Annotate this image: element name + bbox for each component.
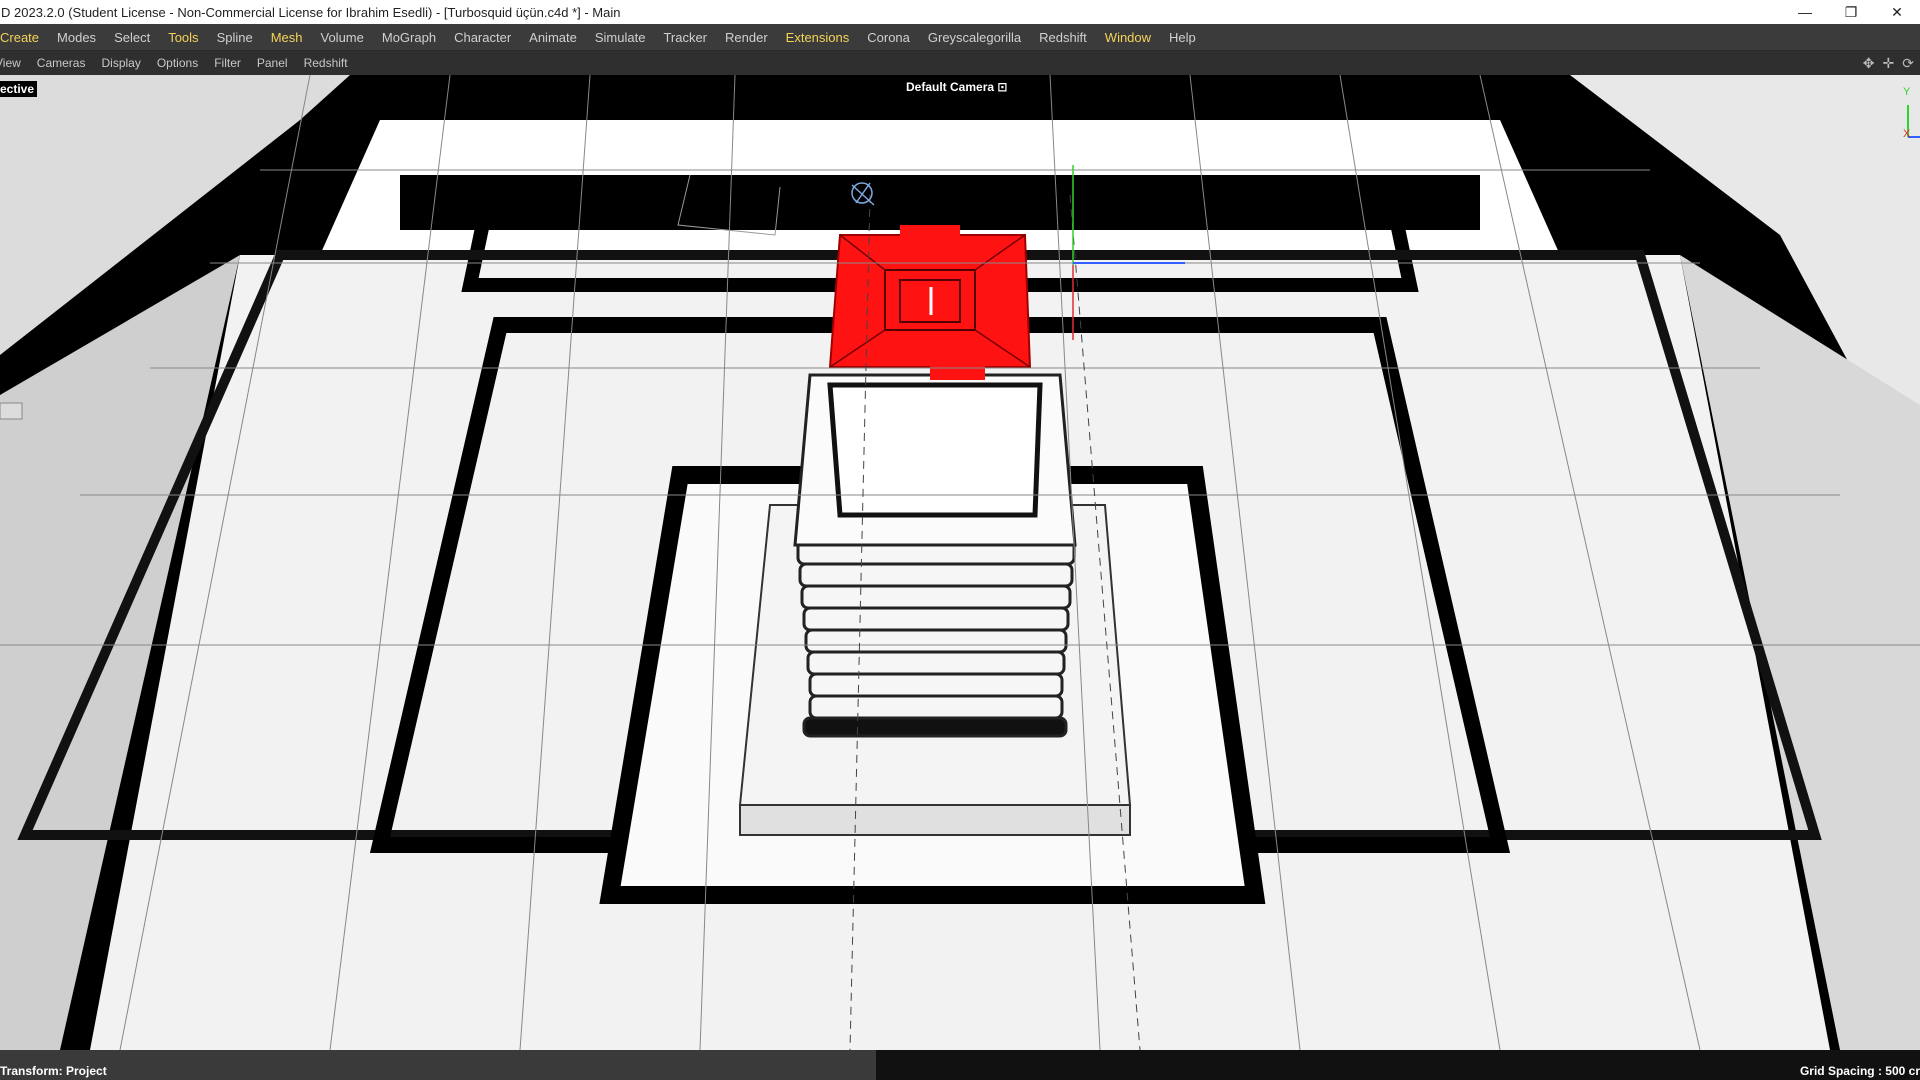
window-title: D 2023.2.0 (Student License - Non-Commer… (1, 4, 621, 20)
menu-corona[interactable]: Corona (858, 30, 919, 45)
viewport-menu-filter[interactable]: Filter (206, 56, 249, 70)
menu-mesh[interactable]: Mesh (262, 30, 312, 45)
window-controls: — ❐ ✕ (1782, 0, 1920, 24)
menu-tools[interactable]: Tools (159, 30, 207, 45)
menu-modes[interactable]: Modes (48, 30, 105, 45)
menu-render[interactable]: Render (716, 30, 777, 45)
viewport-menu-cameras[interactable]: Cameras (29, 56, 94, 70)
status-left: Transform: Project (0, 1050, 876, 1080)
camera-name: Default Camera (906, 80, 995, 94)
pedestal-base-front (739, 804, 1131, 836)
menu-animate[interactable]: Animate (520, 30, 586, 45)
close-button[interactable]: ✕ (1874, 0, 1920, 24)
viewport-scene: Y X (0, 75, 1920, 1050)
menu-extensions[interactable]: Extensions (777, 30, 859, 45)
minimize-button[interactable]: — (1782, 0, 1828, 24)
menu-tracker[interactable]: Tracker (654, 30, 716, 45)
camera-label[interactable]: Default Camera ⊡ (902, 79, 1012, 95)
pan-view-icon[interactable]: ✛ (1883, 55, 1895, 72)
menu-character[interactable]: Character (445, 30, 520, 45)
menu-redshift[interactable]: Redshift (1030, 30, 1096, 45)
main-menu-bar: Create Modes Select Tools Spline Mesh Vo… (0, 24, 1920, 51)
slab-stack (796, 538, 1076, 738)
viewport-navigation: ✥ ✛ ⟳ (1863, 51, 1914, 75)
status-right: Grid Spacing : 500 cr (1800, 1050, 1920, 1080)
menu-greyscalegorilla[interactable]: Greyscalegorilla (919, 30, 1030, 45)
axis-y-label: Y (1903, 86, 1911, 98)
viewport-menu-panel[interactable]: Panel (249, 56, 296, 70)
viewport-menu-redshift[interactable]: Redshift (296, 56, 356, 70)
rotate-view-icon[interactable]: ⟳ (1902, 55, 1914, 72)
move-view-icon[interactable]: ✥ (1863, 55, 1875, 72)
menu-volume[interactable]: Volume (312, 30, 373, 45)
restore-button[interactable]: ❐ (1828, 0, 1874, 24)
viewport-menu-view[interactable]: View (0, 56, 29, 70)
transform-status: Transform: Project (0, 1064, 107, 1078)
grid-spacing-status: Grid Spacing : 500 cr (1799, 1064, 1920, 1078)
menu-mograph[interactable]: MoGraph (373, 30, 445, 45)
projection-label[interactable]: ective (0, 81, 38, 97)
selected-object-red (828, 225, 1032, 380)
camera-icon: ⊡ (997, 80, 1008, 94)
menu-simulate[interactable]: Simulate (586, 30, 655, 45)
menu-create[interactable]: Create (0, 30, 48, 45)
menu-help[interactable]: Help (1160, 30, 1205, 45)
menu-spline[interactable]: Spline (208, 30, 262, 45)
3d-viewport[interactable]: Y X ective Default Camera ⊡ (0, 75, 1920, 1050)
menu-window[interactable]: Window (1096, 30, 1160, 45)
title-bar: D 2023.2.0 (Student License - Non-Commer… (0, 0, 1920, 24)
menu-select[interactable]: Select (105, 30, 159, 45)
axis-x-label: X (1903, 128, 1911, 140)
panel-handle (0, 402, 23, 420)
status-bar: Transform: Project Grid Spacing : 500 cr (0, 1050, 1920, 1080)
viewport-menu-options[interactable]: Options (149, 56, 206, 70)
viewport-menu-bar: View Cameras Display Options Filter Pane… (0, 51, 1920, 75)
viewport-menu-display[interactable]: Display (93, 56, 148, 70)
